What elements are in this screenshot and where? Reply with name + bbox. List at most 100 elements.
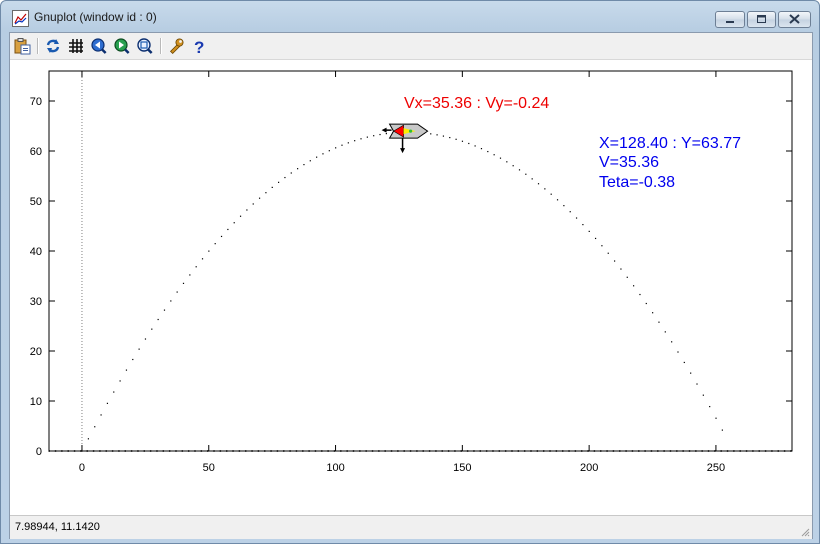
trajectory-dot xyxy=(297,168,299,170)
title-bar[interactable]: Gnuplot (window id : 0) xyxy=(1,1,819,33)
y-tick-label: 60 xyxy=(30,146,42,158)
grid-button[interactable] xyxy=(67,37,85,55)
trajectory-dot xyxy=(474,145,476,147)
trajectory-dot xyxy=(144,338,147,340)
trajectory-dot xyxy=(626,276,628,278)
minimize-icon xyxy=(726,21,734,23)
x-tick-label: 150 xyxy=(453,462,471,474)
trajectory-dot xyxy=(683,361,685,364)
toolbar-separator xyxy=(160,38,162,54)
status-bar: 7.98944, 11.1420 xyxy=(10,515,812,539)
trajectory-dot xyxy=(201,258,204,260)
toolbar: ? xyxy=(10,33,812,60)
trajectory-dot xyxy=(182,282,185,284)
copy-print-button[interactable] xyxy=(13,37,31,55)
trajectory-dot xyxy=(385,133,387,135)
help-button[interactable]: ? xyxy=(190,37,208,55)
trajectory-dot xyxy=(265,192,267,194)
speed-label: V=35.36 xyxy=(599,154,659,171)
trajectory-dot xyxy=(588,230,590,232)
trajectory-dot xyxy=(436,134,438,136)
trajectory-dot xyxy=(569,211,571,213)
zoom-fit-icon xyxy=(137,38,153,54)
trajectory-plot[interactable]: 0 50 100 150 200 250 0 10 20 30 40 50 60 70 Vx=35.36… xyxy=(10,60,812,513)
trajectory-dot xyxy=(594,237,597,240)
trajectory-dot xyxy=(277,181,280,183)
angle-label: Teta=-0.38 xyxy=(599,174,675,191)
plot-area[interactable]: 0 50 100 150 200 250 0 10 20 30 40 50 60 70 Vx=35.36… xyxy=(10,60,812,513)
trajectory-dot xyxy=(360,138,362,140)
trajectory-dot xyxy=(271,186,273,188)
zoom-next-button[interactable] xyxy=(113,37,131,55)
trajectory-dot xyxy=(113,391,115,393)
trajectory-dot xyxy=(246,209,248,211)
minimize-button[interactable] xyxy=(715,11,745,28)
trajectory-dot xyxy=(316,156,318,158)
trajectory-dot xyxy=(347,142,349,144)
trajectory-dot xyxy=(442,135,445,137)
trajectory-dot xyxy=(430,133,432,135)
trajectory-dot xyxy=(550,193,552,195)
x-tick-label: 100 xyxy=(326,462,344,474)
velocity-arrowhead xyxy=(381,127,387,133)
trajectory-dot xyxy=(468,142,470,145)
trajectory-dot xyxy=(537,183,540,185)
rocket-marker xyxy=(381,123,429,154)
trajectory-dot xyxy=(645,302,647,305)
trajectory-dot xyxy=(518,169,521,171)
trajectory-dot xyxy=(690,372,692,374)
trajectory-dot xyxy=(512,165,514,167)
trajectory-dot xyxy=(575,217,578,219)
trajectory-dot xyxy=(639,293,641,296)
trajectory-dot xyxy=(582,223,584,226)
autoscale-button[interactable] xyxy=(136,37,154,55)
options-button[interactable] xyxy=(167,37,185,55)
trajectory-dot xyxy=(563,205,565,207)
trajectory-dot xyxy=(239,215,242,217)
gnuplot-window: Gnuplot (window id : 0) ? 0 50 100 150 2… xyxy=(0,0,820,544)
trajectory-dot xyxy=(709,405,711,408)
trajectory-dot xyxy=(366,136,368,138)
trajectory-dot xyxy=(658,321,660,323)
trajectory-dot xyxy=(696,383,698,385)
maximize-icon xyxy=(757,15,766,23)
mouse-coordinates: 7.98944, 11.1420 xyxy=(15,521,100,533)
trajectory-dot xyxy=(284,176,286,179)
trajectory-dot xyxy=(506,161,508,163)
zoom-previous-button[interactable] xyxy=(90,37,108,55)
trajectory-dot xyxy=(303,164,305,166)
trajectory-dot xyxy=(233,222,235,224)
close-button[interactable] xyxy=(778,11,811,28)
x-tick-label: 0 xyxy=(79,462,85,474)
trajectory-dot xyxy=(613,260,616,262)
trajectory-dot xyxy=(100,414,102,416)
window-title: Gnuplot (window id : 0) xyxy=(34,10,157,24)
trajectory-dot xyxy=(607,252,609,254)
trajectory-dot xyxy=(487,150,489,153)
trajectory-dot xyxy=(652,312,654,314)
maximize-button[interactable] xyxy=(747,11,776,28)
replot-button[interactable] xyxy=(44,37,62,55)
trajectory-dot xyxy=(227,228,229,231)
gnuplot-app-icon[interactable] xyxy=(12,10,29,27)
trajectory-dot xyxy=(379,133,381,136)
y-tick-label: 30 xyxy=(30,296,42,308)
y-tick-label: 70 xyxy=(30,96,42,108)
trajectory-dot xyxy=(335,147,337,149)
trajectory-dot xyxy=(601,245,603,247)
y-tick-label: 0 xyxy=(36,446,42,458)
trajectory-dot xyxy=(189,274,191,276)
y-tick-label: 10 xyxy=(30,396,42,408)
trajectory-dot xyxy=(633,285,635,287)
resize-grip-icon[interactable] xyxy=(800,527,810,537)
x-tick-label: 200 xyxy=(580,462,598,474)
trajectory-dot xyxy=(290,172,292,174)
trajectory-dot xyxy=(620,268,622,270)
y-tick-label: 20 xyxy=(30,346,42,358)
y-tick-label: 40 xyxy=(30,246,42,258)
question-icon: ? xyxy=(194,38,204,55)
trajectory-dot xyxy=(132,358,134,361)
trajectory-dot xyxy=(309,160,311,162)
toolbar-separator xyxy=(37,38,39,54)
zoom-back-icon xyxy=(91,38,107,54)
